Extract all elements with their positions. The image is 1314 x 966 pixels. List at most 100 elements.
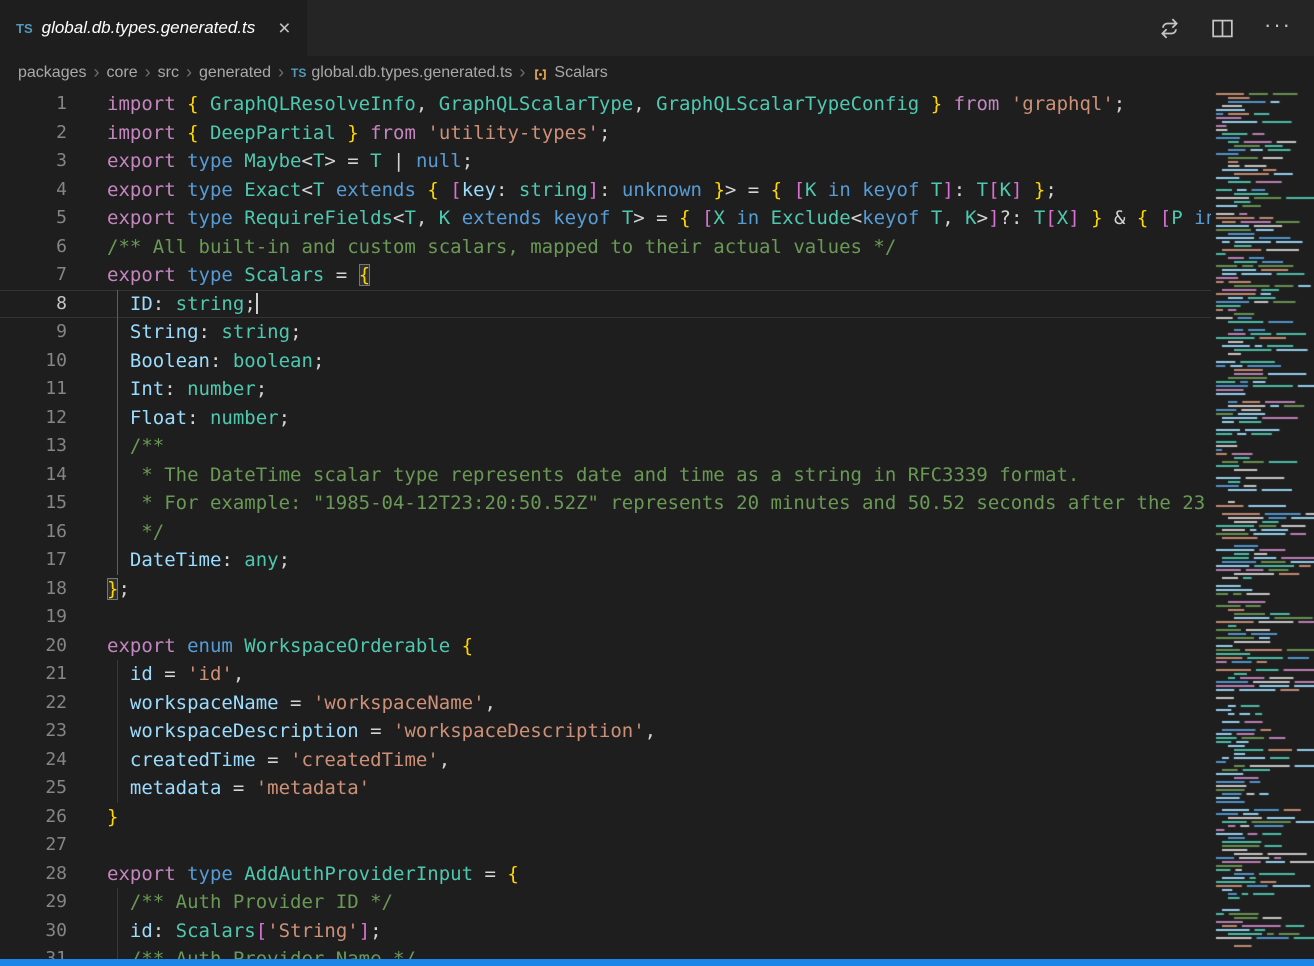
- breadcrumb-item-generated[interactable]: generated: [199, 64, 271, 82]
- code-line[interactable]: 25 metadata = 'metadata': [0, 774, 1211, 803]
- code-line[interactable]: 28export type AddAuthProviderInput = {: [0, 860, 1211, 889]
- split-editor-icon[interactable]: [1211, 17, 1234, 40]
- code-text[interactable]: metadata = 'metadata': [67, 774, 1211, 803]
- code-text[interactable]: export type Exact<T extends { [key: stri…: [67, 176, 1211, 205]
- code-line[interactable]: 6/** All built-in and custom scalars, ma…: [0, 233, 1211, 262]
- line-number[interactable]: 8: [0, 290, 67, 319]
- code-line[interactable]: 1import { GraphQLResolveInfo, GraphQLSca…: [0, 90, 1211, 119]
- line-number[interactable]: 22: [0, 689, 67, 718]
- code-text[interactable]: Int: number;: [67, 375, 1211, 404]
- code-line[interactable]: 8 ID: string;: [0, 290, 1211, 319]
- code-line[interactable]: 16 */: [0, 518, 1211, 547]
- line-number[interactable]: 19: [0, 603, 67, 632]
- code-text[interactable]: /** All built-in and custom scalars, map…: [67, 233, 1211, 262]
- line-number[interactable]: 12: [0, 404, 67, 433]
- horizontal-scrollbar[interactable]: [0, 959, 1314, 966]
- code-text[interactable]: ID: string;: [67, 290, 1211, 319]
- code-text[interactable]: Float: number;: [67, 404, 1211, 433]
- line-number[interactable]: 25: [0, 774, 67, 803]
- minimap[interactable]: [1211, 90, 1314, 958]
- line-number[interactable]: 4: [0, 176, 67, 205]
- line-number[interactable]: 7: [0, 261, 67, 290]
- breadcrumb-item-src[interactable]: src: [158, 64, 179, 82]
- breadcrumb-item-core[interactable]: core: [107, 64, 138, 82]
- code-text[interactable]: workspaceName = 'workspaceName',: [67, 689, 1211, 718]
- code-line[interactable]: 10 Boolean: boolean;: [0, 347, 1211, 376]
- line-number[interactable]: 10: [0, 347, 67, 376]
- code-line[interactable]: 5export type RequireFields<T, K extends …: [0, 204, 1211, 233]
- code-text[interactable]: /**: [67, 432, 1211, 461]
- code-line[interactable]: 24 createdTime = 'createdTime',: [0, 746, 1211, 775]
- code-line[interactable]: 17 DateTime: any;: [0, 546, 1211, 575]
- code-line[interactable]: 15 * For example: "1985-04-12T23:20:50.5…: [0, 489, 1211, 518]
- code-line[interactable]: 13 /**: [0, 432, 1211, 461]
- line-number[interactable]: 5: [0, 204, 67, 233]
- line-number[interactable]: 28: [0, 860, 67, 889]
- code-line[interactable]: 2import { DeepPartial } from 'utility-ty…: [0, 119, 1211, 148]
- line-number[interactable]: 24: [0, 746, 67, 775]
- line-number[interactable]: 21: [0, 660, 67, 689]
- code-text[interactable]: DateTime: any;: [67, 546, 1211, 575]
- code-text[interactable]: /** Auth Provider ID */: [67, 888, 1211, 917]
- code-line[interactable]: 14 * The DateTime scalar type represents…: [0, 461, 1211, 490]
- line-number[interactable]: 6: [0, 233, 67, 262]
- line-number[interactable]: 30: [0, 917, 67, 946]
- line-number[interactable]: 9: [0, 318, 67, 347]
- close-icon[interactable]: ×: [278, 18, 290, 39]
- code-text[interactable]: String: string;: [67, 318, 1211, 347]
- more-actions-icon[interactable]: ···: [1264, 14, 1292, 36]
- breadcrumb-item-Scalars[interactable]: Scalars: [532, 64, 607, 82]
- code-line[interactable]: 18};: [0, 575, 1211, 604]
- code-text[interactable]: id = 'id',: [67, 660, 1211, 689]
- code-text[interactable]: export enum WorkspaceOrderable {: [67, 632, 1211, 661]
- code-line[interactable]: 7export type Scalars = {: [0, 261, 1211, 290]
- line-number[interactable]: 17: [0, 546, 67, 575]
- code-line[interactable]: 20export enum WorkspaceOrderable {: [0, 632, 1211, 661]
- code-text[interactable]: }: [67, 803, 1211, 832]
- code-text[interactable]: * The DateTime scalar type represents da…: [67, 461, 1211, 490]
- code-text[interactable]: * For example: "1985-04-12T23:20:50.52Z"…: [67, 489, 1211, 518]
- code-text[interactable]: export type Scalars = {: [67, 261, 1211, 290]
- code-line[interactable]: 12 Float: number;: [0, 404, 1211, 433]
- line-number[interactable]: 15: [0, 489, 67, 518]
- line-number[interactable]: 2: [0, 119, 67, 148]
- code-line[interactable]: 11 Int: number;: [0, 375, 1211, 404]
- code-line[interactable]: 3export type Maybe<T> = T | null;: [0, 147, 1211, 176]
- code-line[interactable]: 27: [0, 831, 1211, 860]
- breadcrumb-item-packages[interactable]: packages: [18, 64, 87, 82]
- line-number[interactable]: 11: [0, 375, 67, 404]
- code-line[interactable]: 4export type Exact<T extends { [key: str…: [0, 176, 1211, 205]
- code-line[interactable]: 29 /** Auth Provider ID */: [0, 888, 1211, 917]
- code-line[interactable]: 21 id = 'id',: [0, 660, 1211, 689]
- line-number[interactable]: 23: [0, 717, 67, 746]
- editor[interactable]: 1import { GraphQLResolveInfo, GraphQLSca…: [0, 90, 1211, 966]
- code-line[interactable]: 19: [0, 603, 1211, 632]
- code-text[interactable]: export type AddAuthProviderInput = {: [67, 860, 1211, 889]
- line-number[interactable]: 18: [0, 575, 67, 604]
- line-number[interactable]: 3: [0, 147, 67, 176]
- line-number[interactable]: 26: [0, 803, 67, 832]
- code-text[interactable]: Boolean: boolean;: [67, 347, 1211, 376]
- code-line[interactable]: 9 String: string;: [0, 318, 1211, 347]
- code-text[interactable]: [67, 831, 1211, 860]
- open-changes-icon[interactable]: [1158, 17, 1181, 40]
- breadcrumb-item-global.db.types.generated.ts[interactable]: TSglobal.db.types.generated.ts: [291, 64, 512, 82]
- code-text[interactable]: createdTime = 'createdTime',: [67, 746, 1211, 775]
- code-text[interactable]: import { DeepPartial } from 'utility-typ…: [67, 119, 1211, 148]
- code-text[interactable]: [67, 603, 1211, 632]
- tab-global.db.types.generated.ts[interactable]: TS global.db.types.generated.ts ×: [0, 0, 307, 56]
- line-number[interactable]: 29: [0, 888, 67, 917]
- code-line[interactable]: 26}: [0, 803, 1211, 832]
- line-number[interactable]: 20: [0, 632, 67, 661]
- line-number[interactable]: 14: [0, 461, 67, 490]
- code-line[interactable]: 22 workspaceName = 'workspaceName',: [0, 689, 1211, 718]
- code-text[interactable]: };: [67, 575, 1211, 604]
- line-number[interactable]: 27: [0, 831, 67, 860]
- line-number[interactable]: 1: [0, 90, 67, 119]
- code-text[interactable]: export type RequireFields<T, K extends k…: [67, 204, 1211, 233]
- code-text[interactable]: */: [67, 518, 1211, 547]
- code-text[interactable]: workspaceDescription = 'workspaceDescrip…: [67, 717, 1211, 746]
- line-number[interactable]: 16: [0, 518, 67, 547]
- code-text[interactable]: export type Maybe<T> = T | null;: [67, 147, 1211, 176]
- code-line[interactable]: 23 workspaceDescription = 'workspaceDesc…: [0, 717, 1211, 746]
